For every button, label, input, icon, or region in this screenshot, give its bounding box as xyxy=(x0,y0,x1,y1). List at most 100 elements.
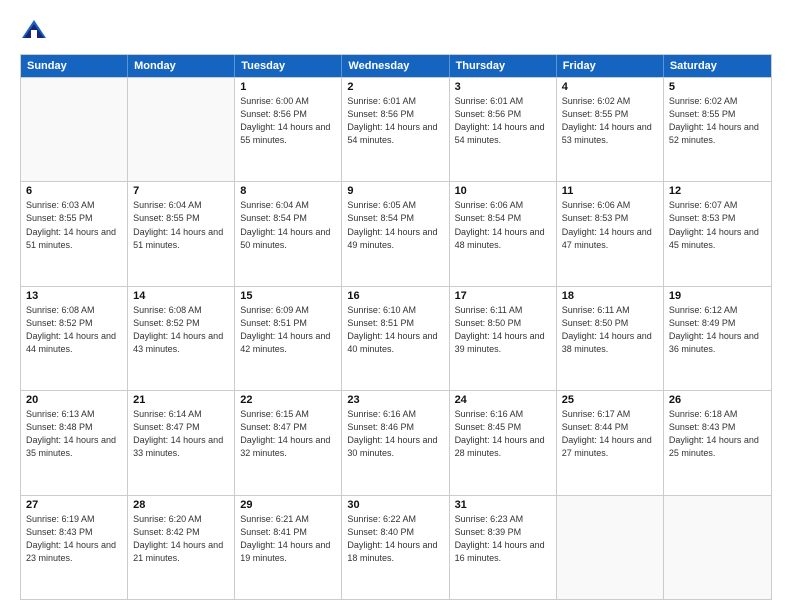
day-cell-1: 1Sunrise: 6:00 AMSunset: 8:56 PMDaylight… xyxy=(235,78,342,181)
calendar-body: 1Sunrise: 6:00 AMSunset: 8:56 PMDaylight… xyxy=(21,77,771,599)
day-info: Sunrise: 6:01 AMSunset: 8:56 PMDaylight:… xyxy=(347,95,443,147)
day-info: Sunrise: 6:16 AMSunset: 8:45 PMDaylight:… xyxy=(455,408,551,460)
page: SundayMondayTuesdayWednesdayThursdayFrid… xyxy=(0,0,792,612)
day-header-friday: Friday xyxy=(557,55,664,77)
day-info: Sunrise: 6:21 AMSunset: 8:41 PMDaylight:… xyxy=(240,513,336,565)
day-cell-3: 3 Sunrise: 6:01 AMSunset: 8:56 PMDaylight… xyxy=(450,78,557,181)
day-header-saturday: Saturday xyxy=(664,55,771,77)
day-number: 8 xyxy=(240,185,336,197)
day-number: 22 xyxy=(240,394,336,406)
day-info: Sunrise: 6:11 AMSunset: 8:50 PMDaylight:… xyxy=(562,304,658,356)
day-info: Sunrise: 6:09 AMSunset: 8:51 PMDaylight:… xyxy=(240,304,336,356)
day-number: 21 xyxy=(133,394,229,406)
day-info: Sunrise: 6:12 AMSunset: 8:49 PMDaylight:… xyxy=(669,304,766,356)
day-info: Sunrise: 6:14 AMSunset: 8:47 PMDaylight:… xyxy=(133,408,229,460)
day-number: 31 xyxy=(455,499,551,511)
day-cell-30: 30Sunrise: 6:22 AMSunset: 8:40 PMDayligh… xyxy=(342,496,449,599)
day-header-monday: Monday xyxy=(128,55,235,77)
day-header-sunday: Sunday xyxy=(21,55,128,77)
day-cell-4: 4 Sunrise: 6:02 AMSunset: 8:55 PMDaylight… xyxy=(557,78,664,181)
day-info: Sunrise: 6:07 AMSunset: 8:53 PMDaylight:… xyxy=(669,199,766,251)
day-cell-11: 11Sunrise: 6:06 AMSunset: 8:53 PMDayligh… xyxy=(557,182,664,285)
day-info: Sunrise: 6:01 AMSunset: 8:56 PMDaylight:… xyxy=(455,95,551,147)
empty-cell xyxy=(128,78,235,181)
day-number: 13 xyxy=(26,290,122,302)
day-info: Sunrise: 6:13 AMSunset: 8:48 PMDaylight:… xyxy=(26,408,122,460)
day-cell-19: 19 Sunrise: 6:12 AMSunset: 8:49 PMDayligh… xyxy=(664,287,771,390)
day-number: 20 xyxy=(26,394,122,406)
day-cell-26: 26 Sunrise: 6:18 AMSunset: 8:43 PMDayligh… xyxy=(664,391,771,494)
day-info: Sunrise: 6:02 AMSunset: 8:55 PMDaylight:… xyxy=(562,95,658,147)
day-cell-25: 25 Sunrise: 6:17 AMSunset: 8:44 PMDayligh… xyxy=(557,391,664,494)
day-number: 28 xyxy=(133,499,229,511)
day-info: Sunrise: 6:22 AMSunset: 8:40 PMDaylight:… xyxy=(347,513,443,565)
day-number: 23 xyxy=(347,394,443,406)
day-cell-21: 21 Sunrise: 6:14 AMSunset: 8:47 PMDayligh… xyxy=(128,391,235,494)
day-info: Sunrise: 6:03 AMSunset: 8:55 PMDaylight:… xyxy=(26,199,122,251)
day-cell-27: 27 Sunrise: 6:19 AMSunset: 8:43 PMDayligh… xyxy=(21,496,128,599)
day-cell-10: 10Sunrise: 6:06 AMSunset: 8:54 PMDayligh… xyxy=(450,182,557,285)
week-row-3: 13 Sunrise: 6:08 AMSunset: 8:52 PMDayligh… xyxy=(21,286,771,390)
day-number: 1 xyxy=(240,81,336,93)
day-info: Sunrise: 6:11 AMSunset: 8:50 PMDaylight:… xyxy=(455,304,551,356)
day-cell-18: 18 Sunrise: 6:11 AMSunset: 8:50 PMDayligh… xyxy=(557,287,664,390)
day-info: Sunrise: 6:19 AMSunset: 8:43 PMDaylight:… xyxy=(26,513,122,565)
logo-icon xyxy=(20,16,48,44)
day-cell-29: 29 Sunrise: 6:21 AMSunset: 8:41 PMDayligh… xyxy=(235,496,342,599)
day-cell-15: 15 Sunrise: 6:09 AMSunset: 8:51 PMDayligh… xyxy=(235,287,342,390)
day-info: Sunrise: 6:16 AMSunset: 8:46 PMDaylight:… xyxy=(347,408,443,460)
day-number: 26 xyxy=(669,394,766,406)
week-row-2: 6 Sunrise: 6:03 AMSunset: 8:55 PMDaylight… xyxy=(21,181,771,285)
day-number: 15 xyxy=(240,290,336,302)
empty-cell xyxy=(21,78,128,181)
day-number: 6 xyxy=(26,185,122,197)
day-header-thursday: Thursday xyxy=(450,55,557,77)
day-cell-17: 17 Sunrise: 6:11 AMSunset: 8:50 PMDayligh… xyxy=(450,287,557,390)
day-cell-14: 14Sunrise: 6:08 AMSunset: 8:52 PMDayligh… xyxy=(128,287,235,390)
day-info: Sunrise: 6:15 AMSunset: 8:47 PMDaylight:… xyxy=(240,408,336,460)
day-cell-2: 2 Sunrise: 6:01 AMSunset: 8:56 PMDaylight… xyxy=(342,78,449,181)
empty-cell xyxy=(557,496,664,599)
day-info: Sunrise: 6:20 AMSunset: 8:42 PMDaylight:… xyxy=(133,513,229,565)
day-number: 11 xyxy=(562,185,658,197)
day-cell-23: 23 Sunrise: 6:16 AMSunset: 8:46 PMDayligh… xyxy=(342,391,449,494)
day-cell-22: 22 Sunrise: 6:15 AMSunset: 8:47 PMDayligh… xyxy=(235,391,342,494)
day-number: 9 xyxy=(347,185,443,197)
day-info: Sunrise: 6:10 AMSunset: 8:51 PMDaylight:… xyxy=(347,304,443,356)
day-header-tuesday: Tuesday xyxy=(235,55,342,77)
calendar-header: SundayMondayTuesdayWednesdayThursdayFrid… xyxy=(21,55,771,77)
day-cell-28: 28 Sunrise: 6:20 AMSunset: 8:42 PMDayligh… xyxy=(128,496,235,599)
day-number: 29 xyxy=(240,499,336,511)
day-cell-7: 7Sunrise: 6:04 AMSunset: 8:55 PMDaylight… xyxy=(128,182,235,285)
day-number: 27 xyxy=(26,499,122,511)
day-info: Sunrise: 6:06 AMSunset: 8:54 PMDaylight:… xyxy=(455,199,551,251)
week-row-1: 1Sunrise: 6:00 AMSunset: 8:56 PMDaylight… xyxy=(21,77,771,181)
day-number: 4 xyxy=(562,81,658,93)
day-cell-9: 9Sunrise: 6:05 AMSunset: 8:54 PMDaylight… xyxy=(342,182,449,285)
day-number: 25 xyxy=(562,394,658,406)
day-number: 7 xyxy=(133,185,229,197)
day-number: 24 xyxy=(455,394,551,406)
day-info: Sunrise: 6:08 AMSunset: 8:52 PMDaylight:… xyxy=(26,304,122,356)
day-number: 3 xyxy=(455,81,551,93)
logo xyxy=(20,16,52,44)
day-cell-6: 6 Sunrise: 6:03 AMSunset: 8:55 PMDaylight… xyxy=(21,182,128,285)
day-info: Sunrise: 6:18 AMSunset: 8:43 PMDaylight:… xyxy=(669,408,766,460)
day-number: 19 xyxy=(669,290,766,302)
day-number: 12 xyxy=(669,185,766,197)
day-header-wednesday: Wednesday xyxy=(342,55,449,77)
day-cell-8: 8 Sunrise: 6:04 AMSunset: 8:54 PMDaylight… xyxy=(235,182,342,285)
day-number: 2 xyxy=(347,81,443,93)
day-number: 5 xyxy=(669,81,766,93)
day-cell-20: 20 Sunrise: 6:13 AMSunset: 8:48 PMDayligh… xyxy=(21,391,128,494)
day-cell-12: 12 Sunrise: 6:07 AMSunset: 8:53 PMDayligh… xyxy=(664,182,771,285)
day-number: 18 xyxy=(562,290,658,302)
header xyxy=(20,16,772,44)
day-cell-16: 16Sunrise: 6:10 AMSunset: 8:51 PMDayligh… xyxy=(342,287,449,390)
day-number: 17 xyxy=(455,290,551,302)
day-info: Sunrise: 6:23 AMSunset: 8:39 PMDaylight:… xyxy=(455,513,551,565)
day-info: Sunrise: 6:04 AMSunset: 8:54 PMDaylight:… xyxy=(240,199,336,251)
day-number: 14 xyxy=(133,290,229,302)
week-row-4: 20 Sunrise: 6:13 AMSunset: 8:48 PMDayligh… xyxy=(21,390,771,494)
day-info: Sunrise: 6:17 AMSunset: 8:44 PMDaylight:… xyxy=(562,408,658,460)
